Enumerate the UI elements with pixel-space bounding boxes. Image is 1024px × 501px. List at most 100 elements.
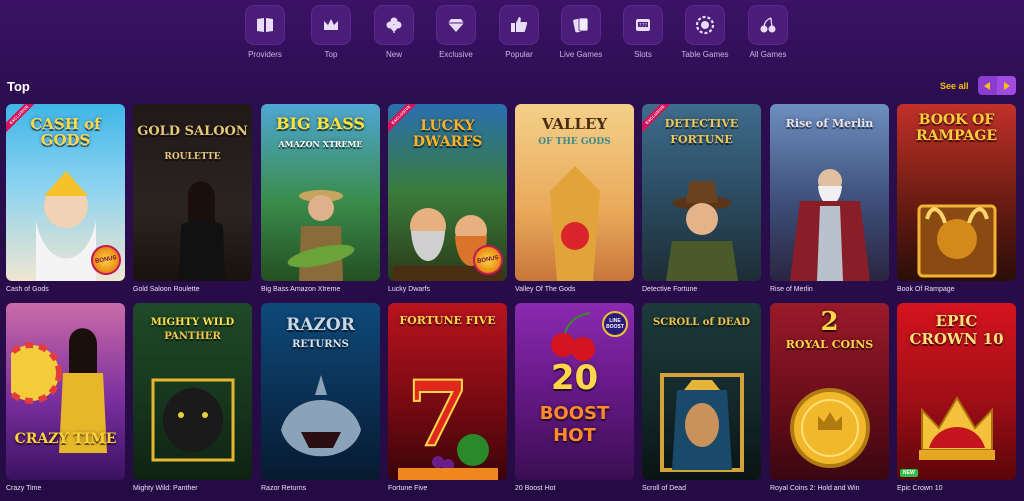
- nav-label: All Games: [749, 50, 787, 59]
- chevron-left-icon: [984, 81, 990, 90]
- game-thumbnail: EXCLUSIVE LUCKY DWARFS BONUS: [388, 104, 507, 281]
- panther-figure: [151, 378, 234, 462]
- game-thumbnail: 2 ROYAL COINS: [770, 303, 889, 480]
- game-tile-fortune-five[interactable]: FORTUNE FIVE 7 Fortune Five: [388, 303, 507, 492]
- game-name: Epic Crown 10: [897, 485, 943, 492]
- game-logo: VALLEY: [541, 115, 608, 133]
- bull-book-figure: [917, 204, 996, 278]
- game-logo: 20: [550, 358, 599, 398]
- dealer-figure: [178, 181, 225, 281]
- game-logo: BIG BASS: [276, 114, 365, 133]
- seven-fruit-figure: 7: [397, 360, 498, 480]
- game-tile-gold-saloon-roulette[interactable]: GOLD SALOON ROULETTE Gold Saloon Roulett…: [133, 104, 252, 293]
- game-name: Cash of Gods: [6, 286, 49, 293]
- game-tile-royal-coins-2[interactable]: 2 ROYAL COINS Royal Coins 2: Hold and Wi…: [770, 303, 889, 492]
- nav-label: Exclusive: [439, 50, 473, 59]
- carousel-prev-button[interactable]: [978, 76, 997, 95]
- game-thumbnail: BOOK OF RAMPAGE: [897, 104, 1016, 281]
- game-thumbnail: CRAZY TIME: [6, 303, 125, 480]
- see-all-link[interactable]: See all: [940, 81, 969, 91]
- game-tile-book-of-rampage[interactable]: BOOK OF RAMPAGE Book Of Rampage: [897, 104, 1016, 293]
- nav-top[interactable]: Top: [296, 5, 366, 65]
- game-tile-razor-returns[interactable]: RAZOR RETURNS Razor Returns: [261, 303, 380, 492]
- thumbs-up-icon: [511, 17, 528, 32]
- chip-icon: [695, 15, 715, 35]
- game-sublogo: ROYAL COINS: [785, 338, 874, 351]
- game-thumbnail: EXCLUSIVE CASH of GODS BONUS: [6, 104, 125, 281]
- game-tile-mighty-wild-panther[interactable]: MIGHTY WILD PANTHER Mighty Wild: Panther: [133, 303, 252, 492]
- new-badge: NEW: [900, 469, 918, 477]
- nav-label: Providers: [248, 50, 282, 59]
- nav-slots[interactable]: 777 Slots: [608, 5, 678, 65]
- game-logo: FORTUNE FIVE: [399, 314, 496, 327]
- game-thumbnail: FORTUNE FIVE 7: [388, 303, 507, 480]
- game-logo: Rise of Merlin: [785, 117, 874, 130]
- game-logo: SCROLL of DEAD: [653, 317, 750, 328]
- game-logo: 2: [820, 307, 839, 337]
- game-tile-valley-of-the-gods[interactable]: VALLEY OF THE GODS Valley Of The Gods: [515, 104, 634, 293]
- game-sublogo: RETURNS: [292, 339, 349, 350]
- game-name: Detective Fortune: [642, 286, 698, 293]
- nav-popular[interactable]: Popular: [484, 5, 554, 65]
- carousel-arrows: [978, 76, 1016, 95]
- game-tile-crazy-time[interactable]: CRAZY TIME Crazy Time: [6, 303, 125, 492]
- game-tile-scroll-of-dead[interactable]: SCROLL of DEAD Scroll of Dead: [642, 303, 761, 492]
- game-thumbnail: GOLD SALOON ROULETTE: [133, 104, 252, 281]
- game-sublogo: CROWN 10: [909, 330, 1004, 348]
- gold-coin-figure: [789, 388, 870, 468]
- game-name: 20 Boost Hot: [515, 485, 556, 492]
- game-name: Big Bass Amazon Xtreme: [261, 286, 341, 293]
- game-tile-lucky-dwarfs[interactable]: EXCLUSIVE LUCKY DWARFS BONUS Lucky Dwarf…: [388, 104, 507, 293]
- game-tile-rise-of-merlin[interactable]: Rise of Merlin Rise of Merlin: [770, 104, 889, 293]
- nav-all-games[interactable]: All Games: [733, 5, 803, 65]
- diamond-icon: [448, 19, 464, 32]
- game-logo: BOOK OF RAMPAGE: [916, 112, 997, 144]
- game-name: Razor Returns: [261, 485, 307, 492]
- game-sublogo: BOOST HOT: [539, 403, 610, 446]
- game-thumbnail: EPIC CROWN 10 NEW: [897, 303, 1016, 480]
- game-thumbnail: MIGHTY WILD PANTHER: [133, 303, 252, 480]
- game-tile-epic-crown-10[interactable]: EPIC CROWN 10 NEW Epic Crown 10: [897, 303, 1016, 492]
- game-logo: DETECTIVE FORTUNE: [664, 117, 739, 146]
- game-sublogo: AMAZON XTREME: [278, 139, 363, 149]
- game-logo: LUCKY DWARFS: [412, 118, 483, 150]
- section-title: Top: [7, 79, 30, 94]
- game-tile-20-boost-hot[interactable]: LINE BOOST 20 BOOST HOT 20 Boost Hot: [515, 303, 634, 492]
- game-tile-big-bass-amazon-xtreme[interactable]: BIG BASS AMAZON XTREME Big Bass Amazon X…: [261, 104, 380, 293]
- detective-figure: [665, 181, 738, 281]
- svg-text:777: 777: [639, 22, 648, 28]
- game-name: Scroll of Dead: [642, 485, 686, 492]
- nav-table-games[interactable]: Table Games: [670, 5, 740, 65]
- book-icon: [257, 18, 273, 32]
- game-name: Rise of Merlin: [770, 286, 813, 293]
- game-name: Gold Saloon Roulette: [133, 286, 200, 293]
- game-logo: CASH of GODS: [30, 115, 101, 149]
- game-thumbnail: VALLEY OF THE GODS: [515, 104, 634, 281]
- game-sublogo: OF THE GODS: [538, 137, 611, 147]
- nav-label: Slots: [634, 50, 652, 59]
- merlin-figure: [789, 169, 870, 281]
- game-tile-cash-of-gods[interactable]: EXCLUSIVE CASH of GODS BONUS Cash of God…: [6, 104, 125, 293]
- game-name: Mighty Wild: Panther: [133, 485, 198, 492]
- nav-providers[interactable]: Providers: [230, 5, 300, 65]
- clover-icon: [386, 17, 402, 33]
- slot-machine-icon: 777: [636, 19, 650, 31]
- nav-new[interactable]: New: [359, 5, 429, 65]
- category-nav: Providers Top New Exclusive Popular Live…: [0, 5, 1024, 65]
- game-tile-detective-fortune[interactable]: EXCLUSIVE DETECTIVE FORTUNE Detective Fo…: [642, 104, 761, 293]
- nav-live-games[interactable]: Live Games: [546, 5, 616, 65]
- cards-icon: [573, 17, 589, 33]
- game-thumbnail: BIG BASS AMAZON XTREME: [261, 104, 380, 281]
- nav-label: Popular: [505, 50, 533, 59]
- crown-icon: [324, 19, 338, 30]
- game-thumbnail: LINE BOOST 20 BOOST HOT: [515, 303, 634, 480]
- game-thumbnail: Rise of Merlin: [770, 104, 889, 281]
- game-logo: EPIC: [935, 312, 978, 330]
- carousel-next-button[interactable]: [997, 76, 1016, 95]
- game-name: Lucky Dwarfs: [388, 286, 431, 293]
- shark-figure: [280, 375, 361, 457]
- nav-exclusive[interactable]: Exclusive: [421, 5, 491, 65]
- line-boost-badge: LINE BOOST: [602, 311, 628, 337]
- host-figure: [10, 328, 107, 453]
- game-name: Fortune Five: [388, 485, 428, 492]
